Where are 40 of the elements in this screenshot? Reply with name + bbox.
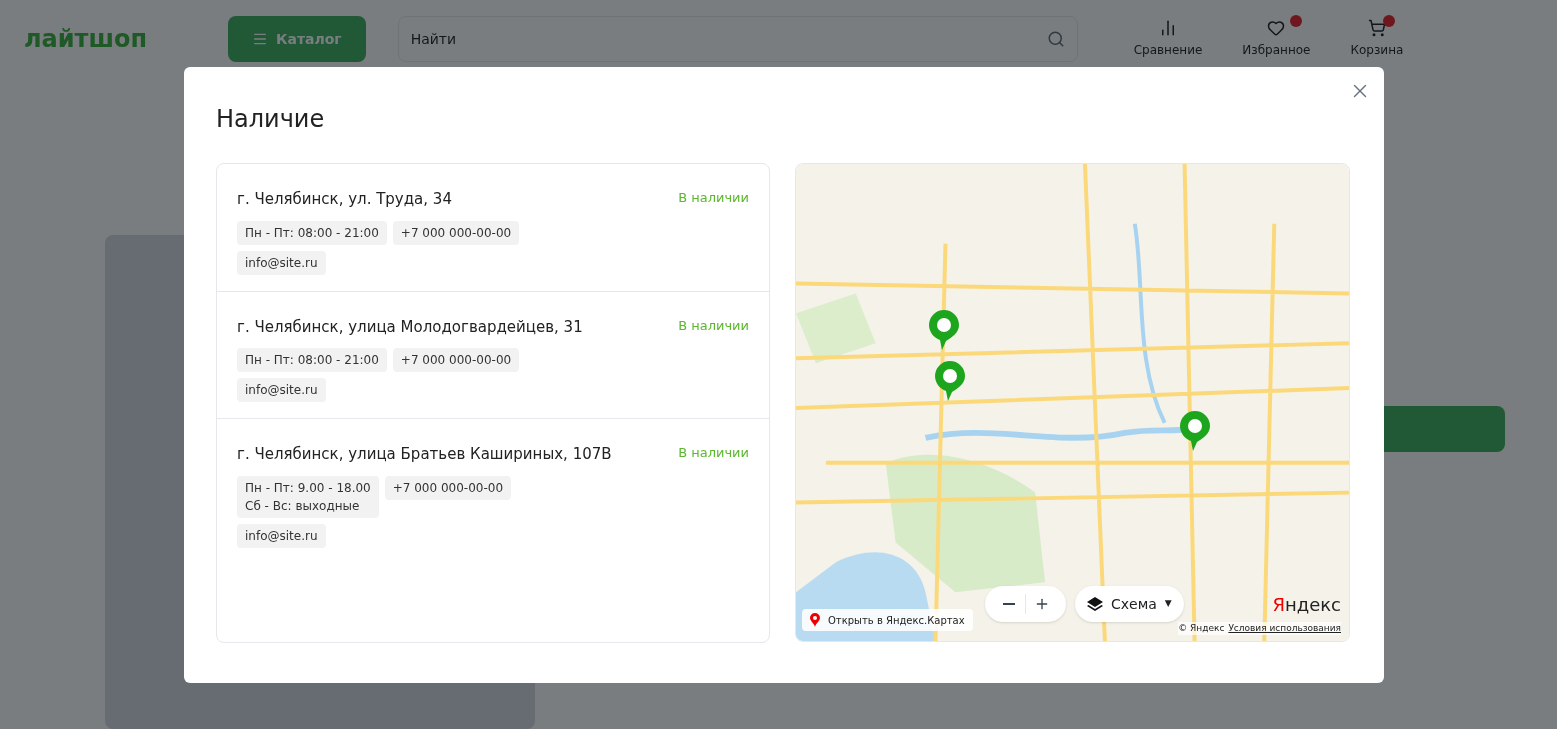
header-action-icon (1267, 19, 1286, 37)
header-action[interactable]: Корзина (1350, 19, 1404, 59)
search-field[interactable]: Найти (397, 16, 1078, 62)
modal-title: Наличие (216, 104, 326, 135)
header-action[interactable]: Избранное (1242, 19, 1311, 59)
header-action[interactable]: Сравнение (1133, 19, 1203, 59)
header-action-icon (1159, 19, 1177, 37)
location-pin-icon[interactable] (934, 360, 966, 402)
map-provider-logo: Яндекс (1272, 596, 1341, 614)
minus-icon (1003, 603, 1015, 605)
stock-status: В наличии (678, 444, 749, 462)
plus-icon (1034, 596, 1050, 612)
store-address: г. Челябинск, улица Братьев Кашириных, 107В (237, 444, 612, 465)
phone-number: +7 000 000-00-00 (392, 220, 520, 245)
layers-icon (1087, 597, 1103, 611)
location-pin-icon (810, 613, 820, 627)
phone-number: +7 000 000-00-00 (384, 475, 512, 500)
opening-hours: Пн - Пт: 08:00 - 21:00 (237, 220, 387, 245)
store-map[interactable]: Открыть в Яндекс.Картах Схема ▼ Яндекс © Яндекс Условия использования (795, 163, 1350, 642)
phone-number: +7 000 000-00-00 (392, 348, 520, 372)
header-action-icon (1367, 19, 1386, 37)
location-pin-icon[interactable] (1179, 410, 1211, 452)
open-in-maps-link[interactable]: Открыть в Яндекс.Картах (802, 609, 973, 631)
location-pin-icon[interactable] (928, 309, 960, 351)
stock-status: В наличии (678, 316, 749, 335)
email-address: info@site.ru (237, 378, 326, 402)
search-icon[interactable] (1046, 30, 1065, 48)
opening-hours: Пн - Пт: 08:00 - 21:00 (237, 348, 387, 372)
map-layer-button[interactable]: Схема ▼ (1075, 586, 1184, 622)
opening-hours: Пн - Пт: 9.00 - 18.00 Сб - Вс: выходные (237, 475, 379, 518)
terms-link[interactable]: Условия использования (1228, 621, 1341, 635)
stock-status: В наличии (678, 189, 749, 207)
dropdown-caret-icon: ▼ (1164, 597, 1172, 611)
store-address: г. Челябинск, улица Молодогвардейцев, 31 (237, 316, 583, 338)
search-input[interactable]: Найти (410, 29, 1047, 49)
map-copyright: © Яндекс (1178, 621, 1225, 635)
store-address: г. Челябинск, ул. Труда, 34 (237, 189, 452, 210)
menu-icon (252, 31, 268, 47)
email-address: info@site.ru (237, 250, 326, 275)
email-address: info@site.ru (237, 523, 326, 548)
